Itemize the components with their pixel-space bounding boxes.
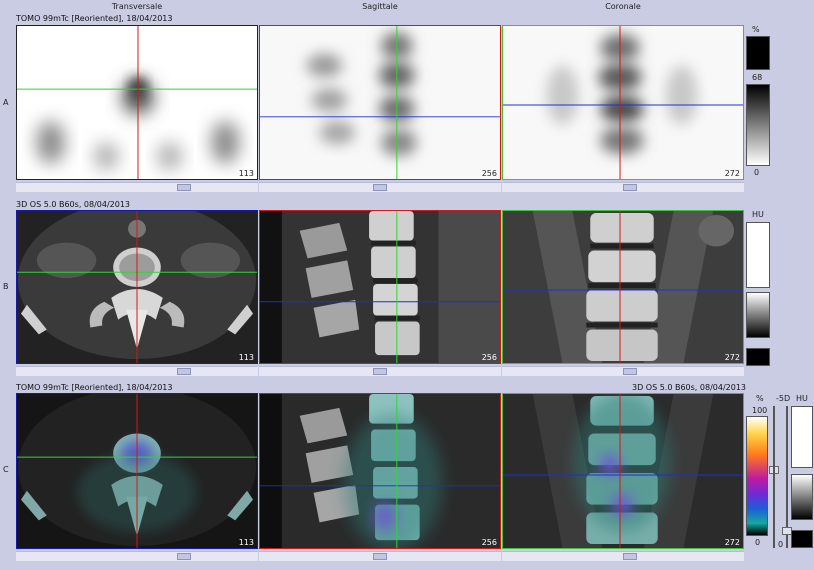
scroll-thumb[interactable] bbox=[373, 368, 387, 375]
scrollbar-a-transversal[interactable] bbox=[16, 182, 258, 192]
row-label-b: B bbox=[3, 282, 9, 291]
viewport-b-transversal[interactable]: 113 bbox=[16, 210, 258, 364]
row-label-c: C bbox=[3, 465, 9, 474]
spect-transversal-image bbox=[17, 26, 257, 179]
slice-number-coronal: 272 bbox=[724, 538, 740, 547]
series-header-ct: 3D OS 5.0 B60s, 08/04/2013 bbox=[16, 200, 131, 209]
scroll-thumb[interactable] bbox=[373, 553, 387, 560]
column-header-coronal: Coronale bbox=[605, 2, 641, 11]
spect-window-value: 68 bbox=[752, 73, 763, 82]
scroll-thumb[interactable] bbox=[177, 184, 191, 191]
slice-number-transversal: 113 bbox=[238, 538, 254, 547]
viewport-b-sagittal[interactable]: 256 bbox=[259, 210, 501, 364]
spect-colorbar-top[interactable] bbox=[746, 36, 770, 70]
spect-coronal-image bbox=[503, 26, 743, 179]
scrollbar-b-coronal[interactable] bbox=[502, 366, 744, 376]
fusion-colorbar-max: 100 bbox=[752, 406, 768, 415]
scroll-thumb[interactable] bbox=[623, 553, 637, 560]
scroll-thumb[interactable] bbox=[623, 184, 637, 191]
ct-transversal-image bbox=[17, 211, 257, 363]
viewport-b-coronal[interactable]: 272 bbox=[502, 210, 744, 364]
fusion-sagittal-image bbox=[260, 394, 500, 548]
ct-sagittal-image bbox=[260, 211, 500, 363]
colorbar-unit-ct: HU bbox=[752, 210, 764, 219]
fusion-ct-colorbar-bottom[interactable] bbox=[791, 530, 813, 548]
fusion-ct-colorbar-top[interactable] bbox=[791, 406, 813, 468]
spect-colorbar[interactable] bbox=[746, 84, 770, 166]
scroll-thumb[interactable] bbox=[177, 368, 191, 375]
colorbar-unit-fusion-ct: HU bbox=[796, 394, 808, 403]
ct-colorbar[interactable] bbox=[746, 292, 770, 338]
column-header-sagittal: Sagittale bbox=[362, 2, 398, 11]
ct-colorbar-bottom[interactable] bbox=[746, 348, 770, 366]
series-header-fusion-spect: TOMO 99mTc [Reoriented], 18/04/2013 bbox=[16, 383, 173, 392]
scrollbar-c-coronal[interactable] bbox=[502, 551, 744, 561]
spect-sagittal-image bbox=[260, 26, 500, 179]
fusion-coronal-image bbox=[503, 394, 743, 548]
spect-colorbar-min: 0 bbox=[754, 168, 760, 177]
slice-number-transversal: 113 bbox=[238, 353, 254, 362]
scrollbar-a-coronal[interactable] bbox=[502, 182, 744, 192]
fusion-colorbar[interactable] bbox=[746, 416, 768, 536]
colorbar-unit-fusion: % bbox=[756, 394, 764, 403]
series-header-fusion-ct: 3D OS 5.0 B60s, 08/04/2013 bbox=[631, 383, 746, 392]
scrollbar-b-sagittal[interactable] bbox=[259, 366, 501, 376]
colorbar-unit-spect: % bbox=[752, 25, 760, 34]
scrollbar-b-transversal[interactable] bbox=[16, 366, 258, 376]
viewport-c-sagittal[interactable]: 256 bbox=[259, 393, 501, 549]
scrollbar-a-sagittal[interactable] bbox=[259, 182, 501, 192]
slice-number-transversal: 113 bbox=[238, 169, 254, 178]
scroll-thumb[interactable] bbox=[177, 553, 191, 560]
scrollbar-c-transversal[interactable] bbox=[16, 551, 258, 561]
slice-number-sagittal: 256 bbox=[481, 353, 497, 362]
row-label-a: A bbox=[3, 98, 9, 107]
column-header-transversal: Transversale bbox=[111, 2, 163, 11]
scrollbar-c-sagittal[interactable] bbox=[259, 551, 501, 561]
fusion-ct-colorbar[interactable] bbox=[791, 474, 813, 520]
viewport-c-coronal[interactable]: 272 bbox=[502, 393, 744, 549]
fusion-opacity-slider-track[interactable] bbox=[773, 406, 775, 548]
fusion-ct-left-label: -5D bbox=[776, 394, 791, 403]
viewport-c-transversal[interactable]: 113 bbox=[16, 393, 258, 549]
viewport-a-sagittal[interactable]: 256 bbox=[259, 25, 501, 180]
ct-coronal-image bbox=[503, 211, 743, 363]
slice-number-sagittal: 256 bbox=[481, 538, 497, 547]
scroll-thumb[interactable] bbox=[623, 368, 637, 375]
ct-colorbar-top[interactable] bbox=[746, 222, 770, 288]
slice-number-sagittal: 256 bbox=[481, 169, 497, 178]
viewport-a-coronal[interactable]: 272 bbox=[502, 25, 744, 180]
series-header-spect: TOMO 99mTc [Reoriented], 18/04/2013 bbox=[16, 14, 173, 23]
fusion-transversal-image bbox=[17, 394, 257, 548]
slice-number-coronal: 272 bbox=[724, 353, 740, 362]
scroll-thumb[interactable] bbox=[373, 184, 387, 191]
fusion-colorbar-min: 0 bbox=[755, 538, 761, 547]
slice-number-coronal: 272 bbox=[724, 169, 740, 178]
viewport-a-transversal[interactable]: 113 bbox=[16, 25, 258, 180]
fusion-ct-right-label: 0 bbox=[778, 540, 784, 549]
